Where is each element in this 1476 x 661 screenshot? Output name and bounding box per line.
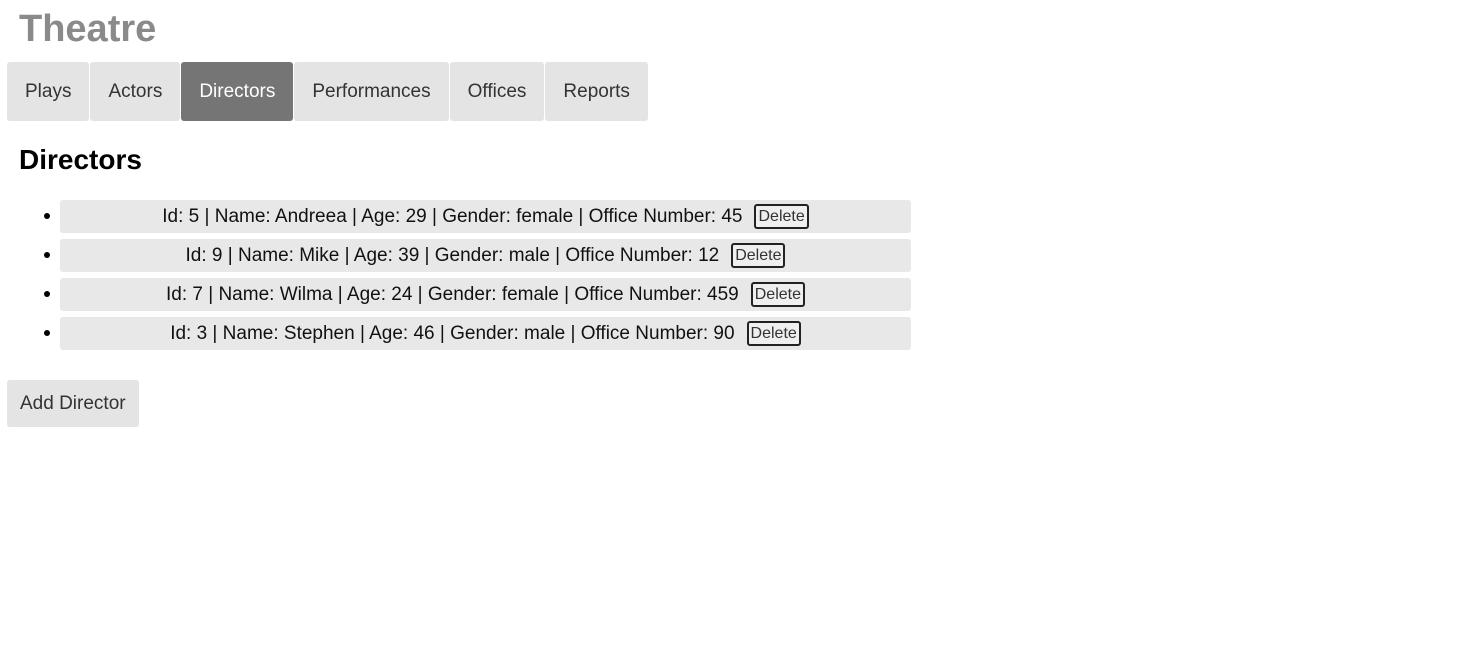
tab-plays[interactable]: Plays — [7, 62, 90, 121]
tab-offices[interactable]: Offices — [449, 62, 545, 121]
bullet-icon — [44, 330, 50, 336]
delete-button[interactable]: Delete — [746, 321, 801, 346]
app-title: Theatre — [19, 8, 157, 50]
bullet-icon — [44, 213, 50, 219]
page-title: Directors — [19, 144, 142, 175]
tab-directors[interactable]: Directors — [181, 62, 294, 121]
delete-button[interactable]: Delete — [731, 243, 786, 268]
director-entry: Id: 3 | Name: Stephen | Age: 46 | Gender… — [60, 317, 911, 350]
tab-performances[interactable]: Performances — [294, 62, 449, 121]
add-director-button[interactable]: Add Director — [7, 380, 139, 427]
tab-reports[interactable]: Reports — [545, 62, 648, 121]
director-details: Id: 7 | Name: Wilma | Age: 24 | Gender: … — [165, 283, 739, 305]
delete-button[interactable]: Delete — [754, 204, 809, 229]
director-entry: Id: 9 | Name: Mike | Age: 39 | Gender: m… — [60, 239, 911, 272]
bullet-icon — [44, 291, 50, 297]
director-details: Id: 5 | Name: Andreea | Age: 29 | Gender… — [162, 205, 743, 227]
delete-button[interactable]: Delete — [750, 282, 805, 307]
tab-actors[interactable]: Actors — [90, 62, 181, 121]
bullet-icon — [44, 252, 50, 258]
director-details: Id: 3 | Name: Stephen | Age: 46 | Gender… — [170, 322, 735, 344]
director-details: Id: 9 | Name: Mike | Age: 39 | Gender: m… — [185, 244, 720, 266]
director-entry: Id: 7 | Name: Wilma | Age: 24 | Gender: … — [60, 278, 911, 311]
director-entry: Id: 5 | Name: Andreea | Age: 29 | Gender… — [60, 200, 911, 233]
main-nav-tabs: Plays Actors Directors Performances Offi… — [7, 62, 648, 121]
